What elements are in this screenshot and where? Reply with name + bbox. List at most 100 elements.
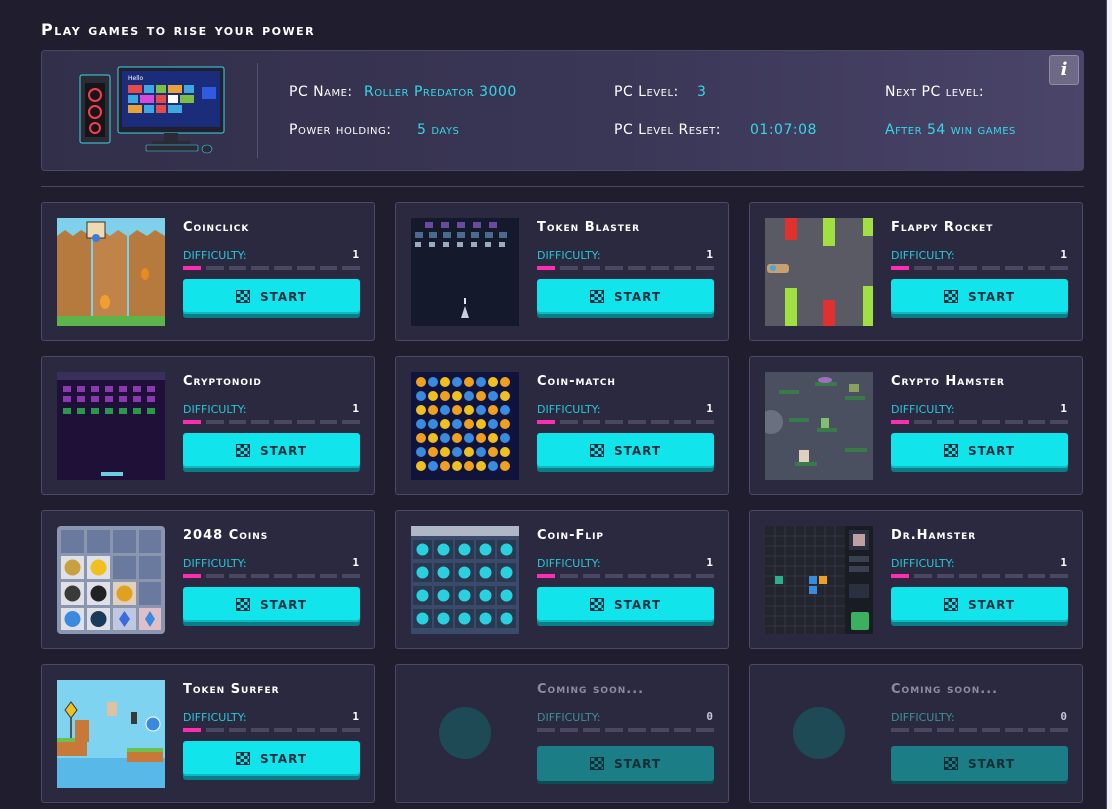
difficulty-segment bbox=[296, 728, 315, 732]
difficulty-segment bbox=[1027, 574, 1046, 578]
difficulty-segment bbox=[274, 728, 292, 732]
start-button-token-surfer[interactable]: START bbox=[183, 741, 360, 776]
start-button-flappy-rocket[interactable]: START bbox=[891, 279, 1068, 314]
difficulty-segment bbox=[183, 420, 201, 424]
difficulty-value: 1 bbox=[352, 248, 359, 261]
difficulty-segment bbox=[673, 266, 692, 270]
flappy-rocket-thumbnail bbox=[765, 218, 873, 326]
difficulty-segment bbox=[274, 266, 292, 270]
difficulty-segment bbox=[936, 266, 955, 270]
game-title: Coinclick bbox=[183, 220, 250, 235]
difficulty-bar bbox=[183, 574, 360, 578]
difficulty-segment bbox=[650, 574, 669, 578]
difficulty-value: 1 bbox=[352, 556, 359, 569]
page-edge bbox=[1107, 0, 1112, 809]
coin-match-thumbnail bbox=[411, 372, 519, 480]
difficulty-segment bbox=[982, 728, 1000, 732]
difficulty-segment bbox=[1027, 728, 1046, 732]
difficulty-segment bbox=[537, 728, 555, 732]
game-card-cryptonoid: Cryptonoid DIFFICULTY: 1 START bbox=[41, 356, 375, 495]
difficulty-segment bbox=[673, 574, 692, 578]
game-title: Token Blaster bbox=[537, 220, 641, 235]
difficulty-segment bbox=[913, 728, 932, 732]
difficulty-segment bbox=[205, 728, 224, 732]
game-title: Cryptonoid bbox=[183, 374, 262, 389]
pc-level-label: PC Level: bbox=[614, 84, 679, 100]
game-title: 2048 Coins bbox=[183, 528, 269, 543]
difficulty-segment bbox=[559, 728, 578, 732]
start-label: START bbox=[967, 289, 1016, 304]
start-button-dr-hamster[interactable]: START bbox=[891, 587, 1068, 622]
difficulty-segment bbox=[650, 728, 669, 732]
difficulty-segment bbox=[183, 728, 201, 732]
difficulty-value: 1 bbox=[706, 248, 713, 261]
difficulty-segment bbox=[205, 574, 224, 578]
start-button-coinclick[interactable]: START bbox=[183, 279, 360, 314]
start-button-coin-flip[interactable]: START bbox=[537, 587, 714, 622]
difficulty-segment bbox=[228, 420, 247, 424]
difficulty-segment bbox=[296, 420, 315, 424]
pc-name-value: Roller Predator 3000 bbox=[364, 84, 517, 100]
difficulty-segment bbox=[228, 574, 247, 578]
2048-coins-thumbnail bbox=[57, 526, 165, 634]
difficulty-segment bbox=[296, 266, 315, 270]
difficulty-segment bbox=[582, 728, 601, 732]
difficulty-segment bbox=[274, 420, 292, 424]
difficulty-segment bbox=[696, 420, 714, 424]
difficulty-segment bbox=[342, 266, 360, 270]
difficulty-bar bbox=[891, 728, 1068, 732]
difficulty-segment bbox=[251, 266, 269, 270]
info-button[interactable]: i bbox=[1049, 55, 1079, 85]
difficulty-label: DIFFICULTY: bbox=[537, 403, 601, 416]
start-label: START bbox=[967, 756, 1016, 771]
start-button-coming-soon[interactable]: START bbox=[537, 746, 714, 781]
section-divider bbox=[41, 186, 1084, 187]
info-icon: i bbox=[1060, 59, 1068, 80]
difficulty-label: DIFFICULTY: bbox=[183, 403, 247, 416]
difficulty-segment bbox=[936, 420, 955, 424]
checkered-flag-icon bbox=[235, 444, 250, 457]
difficulty-segment bbox=[1050, 728, 1068, 732]
difficulty-label: DIFFICULTY: bbox=[537, 557, 601, 570]
game-title: Flappy Rocket bbox=[891, 220, 994, 235]
start-button-coin-match[interactable]: START bbox=[537, 433, 714, 468]
difficulty-segment bbox=[628, 420, 646, 424]
difficulty-segment bbox=[274, 574, 292, 578]
difficulty-segment bbox=[605, 420, 623, 424]
difficulty-segment bbox=[183, 574, 201, 578]
next-pc-level-label: Next PC level: bbox=[885, 84, 985, 100]
checkered-flag-icon bbox=[589, 444, 604, 457]
difficulty-value: 1 bbox=[1060, 556, 1067, 569]
start-button-token-blaster[interactable]: START bbox=[537, 279, 714, 314]
difficulty-segment bbox=[228, 266, 247, 270]
difficulty-segment bbox=[891, 266, 909, 270]
start-label: START bbox=[613, 289, 662, 304]
start-button-cryptonoid[interactable]: START bbox=[183, 433, 360, 468]
difficulty-segment bbox=[319, 266, 338, 270]
next-pc-level-value: After 54 win games bbox=[885, 122, 1016, 138]
difficulty-segment bbox=[183, 266, 201, 270]
game-card-dr-hamster: Dr.Hamster DIFFICULTY: 1 START bbox=[749, 510, 1083, 649]
difficulty-segment bbox=[891, 574, 909, 578]
start-label: START bbox=[259, 443, 308, 458]
difficulty-segment bbox=[582, 266, 601, 270]
start-button-crypto-hamster[interactable]: START bbox=[891, 433, 1068, 468]
difficulty-segment bbox=[628, 266, 646, 270]
start-button-coming-soon[interactable]: START bbox=[891, 746, 1068, 781]
difficulty-segment bbox=[650, 266, 669, 270]
difficulty-segment bbox=[982, 420, 1000, 424]
difficulty-segment bbox=[342, 420, 360, 424]
start-label: START bbox=[967, 597, 1016, 612]
difficulty-bar bbox=[891, 574, 1068, 578]
start-button-2048-coins[interactable]: START bbox=[183, 587, 360, 622]
difficulty-value: 1 bbox=[706, 556, 713, 569]
difficulty-segment bbox=[1050, 574, 1068, 578]
pc-level-value: 3 bbox=[697, 84, 707, 100]
game-card-2048-coins: 2048 Coins DIFFICULTY: 1 START bbox=[41, 510, 375, 649]
difficulty-segment bbox=[251, 574, 269, 578]
game-card-coin-match: Coin-match DIFFICULTY: 1 START bbox=[395, 356, 729, 495]
difficulty-segment bbox=[228, 728, 247, 732]
start-label: START bbox=[259, 597, 308, 612]
start-label: START bbox=[613, 756, 662, 771]
game-title: Coming soon... bbox=[891, 682, 999, 697]
